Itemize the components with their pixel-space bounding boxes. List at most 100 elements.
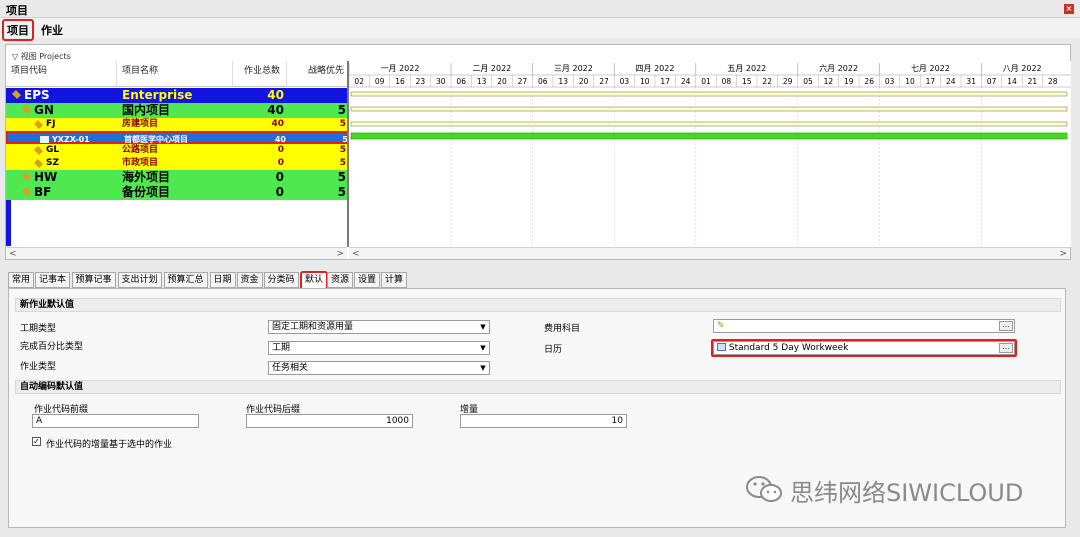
calendar-icon bbox=[717, 343, 726, 351]
cell-priority: 5 bbox=[339, 145, 346, 155]
table-row[interactable]: FJ 房建项目 40 5 bbox=[6, 118, 347, 131]
gantt-month-label: 一月 2022 bbox=[381, 64, 420, 73]
tab-0[interactable]: 常用 bbox=[8, 272, 35, 288]
browse-button[interactable]: … bbox=[999, 343, 1013, 353]
folder-icon bbox=[40, 136, 49, 143]
browse-button[interactable]: … bbox=[999, 321, 1013, 331]
cell-name: 备份项目 bbox=[122, 185, 171, 199]
gantt-summary-bar[interactable] bbox=[350, 106, 1068, 112]
gantt-day-label: 20 bbox=[497, 77, 507, 86]
gantt-month-label: 三月 2022 bbox=[554, 64, 593, 73]
gantt-month-label: 五月 2022 bbox=[727, 64, 766, 73]
tab-11[interactable]: 计算 bbox=[381, 272, 408, 288]
cell-code: HW bbox=[34, 170, 58, 184]
cost-account-field[interactable]: ✎ … bbox=[713, 319, 1015, 333]
suffix-input[interactable]: 1000 bbox=[246, 414, 413, 428]
calendar-value: Standard 5 Day Workweek bbox=[728, 343, 849, 353]
scroll-right-icon[interactable]: > bbox=[336, 248, 344, 260]
col-activity-total[interactable]: 作业总数 bbox=[244, 63, 280, 76]
gantt-svg: 一月 2022 二月 2022 三月 2022 四月 2022 五月 2022 六月 20… bbox=[349, 61, 1071, 247]
calendar-field[interactable]: Standard 5 Day Workweek … bbox=[713, 341, 1015, 355]
tab-4[interactable]: 预算汇总 bbox=[163, 272, 208, 288]
col-priority[interactable]: 战略优先 bbox=[308, 63, 344, 76]
activity-type-select[interactable]: 任务相关 ▼ bbox=[268, 361, 490, 375]
percent-type-value: 工期 bbox=[272, 343, 291, 353]
gantt-day-label: 10 bbox=[905, 77, 915, 86]
tab-1[interactable]: 记事本 bbox=[35, 272, 71, 288]
table-row[interactable]: GL 公路项目 0 5 bbox=[6, 144, 347, 157]
table-row[interactable]: YXZX-01 首都医学中心项目 40 5 bbox=[6, 131, 348, 144]
diamond-icon bbox=[21, 104, 32, 115]
cell-code: GL bbox=[46, 145, 60, 155]
gantt-day-label: 17 bbox=[660, 77, 670, 86]
gantt-month-label: 四月 2022 bbox=[636, 64, 675, 73]
duration-type-label: 工期类型 bbox=[20, 324, 57, 334]
gantt-month-label: 六月 2022 bbox=[819, 63, 858, 73]
close-button[interactable]: × bbox=[1064, 4, 1074, 14]
table-row[interactable]: EPS Enterprise 40 bbox=[6, 88, 347, 103]
percent-type-label: 完成百分比类型 bbox=[20, 342, 84, 352]
gantt-day-label: 28 bbox=[1048, 77, 1058, 86]
table-row[interactable]: HW 海外项目 0 5 bbox=[6, 170, 347, 185]
gantt-day-label: 17 bbox=[926, 77, 936, 86]
increment-input[interactable]: 10 bbox=[460, 414, 627, 428]
chevron-down-icon[interactable]: ▼ bbox=[478, 322, 488, 332]
duration-type-select[interactable]: 固定工期和资源用量 ▼ bbox=[268, 320, 490, 334]
gantt-chart[interactable]: 一月 2022 二月 2022 三月 2022 四月 2022 五月 2022 六月 20… bbox=[349, 61, 1071, 247]
table-row[interactable]: GN 国内项目 40 5 bbox=[6, 103, 347, 118]
table-header: 项目代码 项目名称 作业总数 战略优先 bbox=[6, 61, 347, 87]
diamond-icon bbox=[33, 119, 44, 130]
gantt-day-label: 27 bbox=[599, 77, 609, 86]
gantt-summary-bar[interactable] bbox=[350, 121, 1068, 127]
gantt-day-label: 27 bbox=[518, 77, 528, 86]
chevron-down-icon[interactable]: ▼ bbox=[478, 343, 488, 353]
gantt-activity-bar[interactable] bbox=[350, 132, 1068, 140]
activity-type-label: 作业类型 bbox=[20, 362, 57, 372]
gantt-day-label: 03 bbox=[620, 77, 630, 86]
gantt-day-label: 24 bbox=[681, 77, 691, 86]
table-row[interactable]: BF 备份项目 0 5 bbox=[6, 185, 347, 200]
table-hscrollbar[interactable]: < > bbox=[6, 247, 347, 259]
menu-project[interactable]: 项目 bbox=[2, 19, 34, 41]
detail-tabs: 常用 记事本 预算记事 支出计划 预算汇总 日期 资金 分类码 默认 资源 设置 计算 bbox=[8, 271, 708, 290]
scroll-left-icon[interactable]: < bbox=[9, 248, 17, 260]
gantt-day-label: 22 bbox=[762, 77, 772, 86]
section-new-activity-defaults: 新作业默认值 bbox=[15, 298, 1061, 312]
tab-5[interactable]: 日期 bbox=[209, 272, 236, 288]
prefix-input[interactable]: A bbox=[32, 414, 199, 428]
cost-account-label: 费用科目 bbox=[544, 324, 581, 334]
cell-name: Enterprise bbox=[122, 88, 193, 102]
gantt-summary-bar[interactable] bbox=[350, 91, 1068, 97]
gantt-hscrollbar[interactable]: < > bbox=[349, 247, 1070, 259]
cell-code: EPS bbox=[24, 88, 50, 102]
increment-checkbox[interactable]: ✓ bbox=[32, 437, 41, 446]
cell-code: FJ bbox=[46, 119, 56, 129]
cell-name: 公路项目 bbox=[122, 145, 159, 155]
gantt-month-label: 八月 2022 bbox=[1003, 64, 1042, 73]
col-project-name[interactable]: 项目名称 bbox=[122, 63, 158, 76]
tab-3[interactable]: 支出计划 bbox=[117, 272, 162, 288]
table-row[interactable]: SZ 市政项目 0 5 bbox=[6, 157, 347, 170]
tab-9[interactable]: 资源 bbox=[327, 272, 354, 288]
wechat-icon bbox=[746, 476, 782, 502]
tab-7[interactable]: 分类码 bbox=[263, 272, 299, 288]
diamond-icon bbox=[21, 171, 32, 182]
chevron-down-icon[interactable]: ▼ bbox=[478, 363, 488, 373]
gantt-day-label: 03 bbox=[885, 77, 895, 86]
cell-priority: 5 bbox=[339, 158, 346, 168]
percent-type-select[interactable]: 工期 ▼ bbox=[268, 341, 490, 355]
gantt-day-label: 20 bbox=[579, 77, 589, 86]
cell-total: 40 bbox=[271, 119, 284, 129]
gantt-month-label: 七月 2022 bbox=[911, 64, 950, 73]
col-project-code[interactable]: 项目代码 bbox=[11, 63, 47, 76]
gantt-day-label: 23 bbox=[416, 77, 426, 86]
gantt-scroll-left-icon[interactable]: < bbox=[352, 248, 360, 260]
tab-6[interactable]: 资金 bbox=[236, 272, 263, 288]
menu-task[interactable]: 作业 bbox=[38, 21, 66, 39]
tab-2[interactable]: 预算记事 bbox=[71, 272, 116, 288]
gantt-scroll-right-icon[interactable]: > bbox=[1059, 248, 1067, 260]
gantt-day-label: 10 bbox=[640, 77, 650, 86]
diamond-icon bbox=[33, 158, 44, 169]
tab-10[interactable]: 设置 bbox=[354, 272, 381, 288]
cell-priority: 5 bbox=[337, 170, 346, 184]
